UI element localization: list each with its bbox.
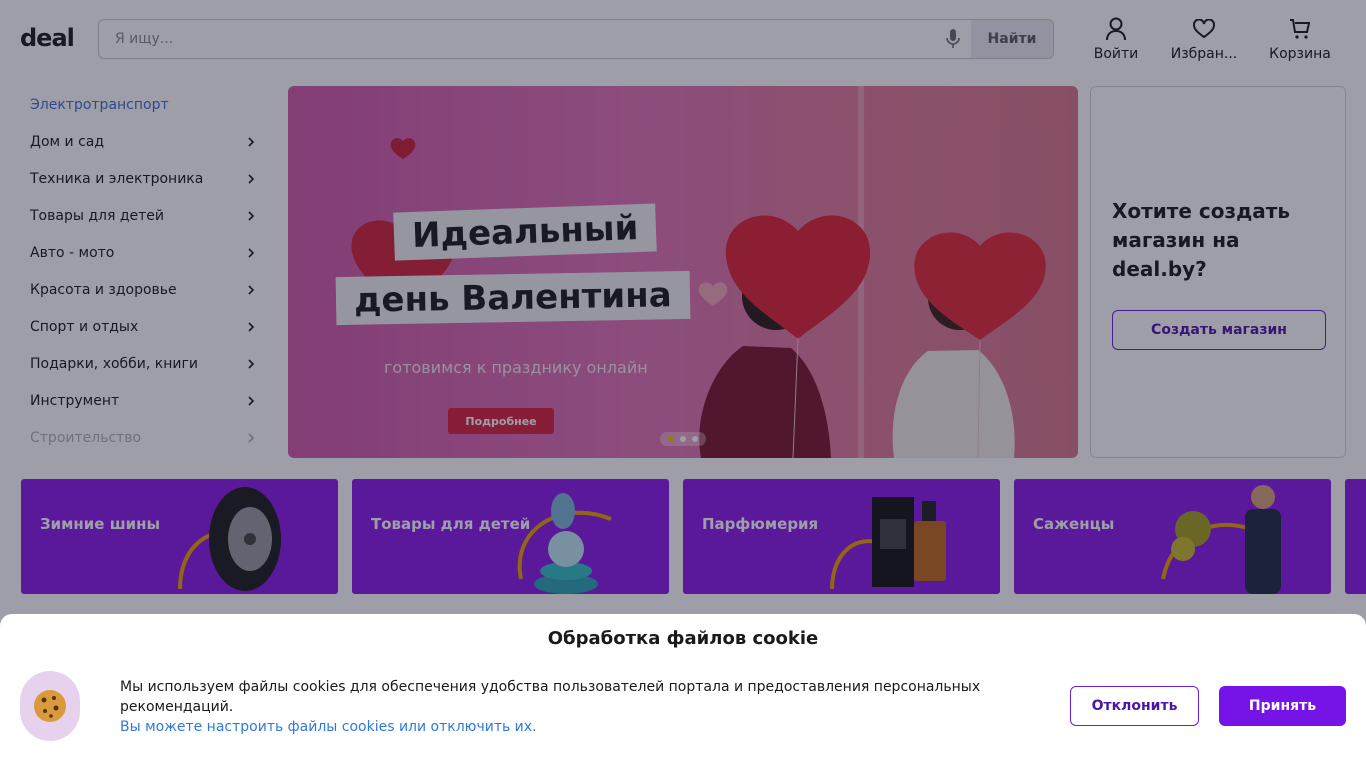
cookie-title: Обработка файлов cookie: [547, 628, 819, 649]
cookie-icon: [20, 671, 80, 741]
accept-button[interactable]: Принять: [1219, 686, 1346, 726]
cookie-settings-link[interactable]: Вы можете настроить файлы cookies или от…: [120, 717, 1020, 737]
decline-button[interactable]: Отклонить: [1070, 686, 1199, 726]
cookie-consent-panel: Обработка файлов cookie Мы используем фа…: [0, 614, 1366, 768]
cookie-text-block: Мы используем файлы cookies для обеспече…: [120, 677, 1020, 737]
cookie-description: Мы используем файлы cookies для обеспече…: [120, 679, 981, 715]
